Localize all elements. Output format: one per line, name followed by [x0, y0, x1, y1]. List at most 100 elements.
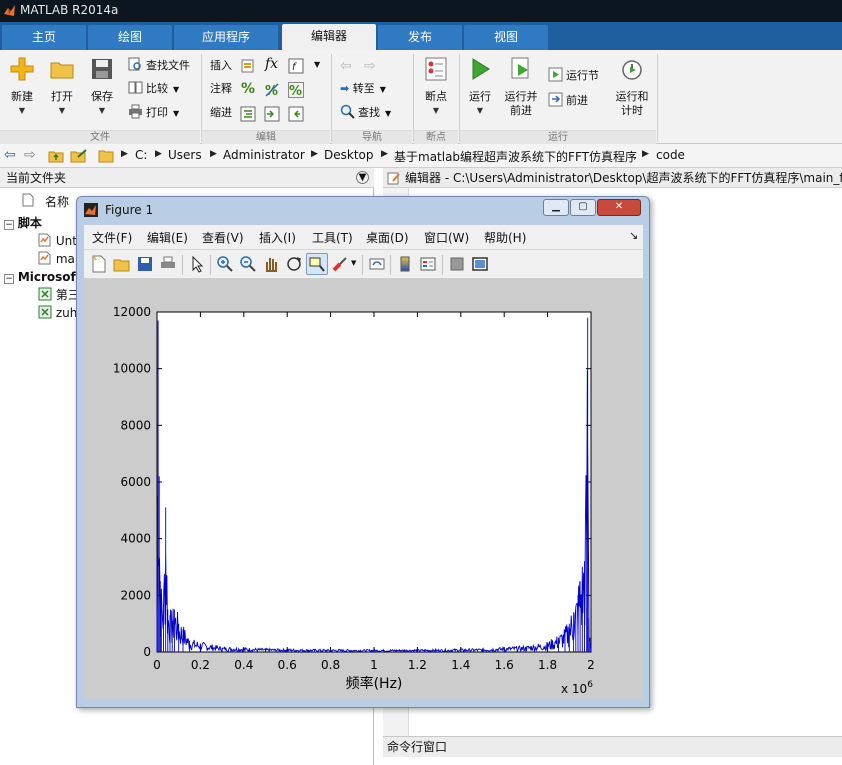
breadcrumb-item[interactable]: C:: [135, 148, 147, 162]
menu-edit[interactable]: 编辑(E): [147, 229, 188, 246]
menu-view[interactable]: 查看(V): [202, 229, 244, 246]
toolbar-separator: [390, 255, 391, 275]
run-button[interactable]: 运行 ▼: [458, 54, 502, 118]
tree-group-scripts[interactable]: − 脚本: [4, 214, 42, 232]
back-arrow-icon[interactable]: ⇦: [4, 147, 16, 163]
command-window[interactable]: 命令行窗口: [383, 736, 842, 765]
minimize-button[interactable]: ▁: [543, 199, 569, 216]
insert-section-icon[interactable]: [240, 58, 256, 74]
run-section-button[interactable]: 运行节: [548, 66, 599, 86]
find-file-icon: [128, 57, 141, 71]
collapse-icon[interactable]: −: [4, 274, 14, 284]
figure-title-bar[interactable]: Figure 1 ▁ ▢ ✕: [77, 197, 649, 223]
y-tick-label: 12000: [113, 305, 151, 319]
advance-button[interactable]: 前进: [548, 91, 588, 111]
browse-folder-icon[interactable]: [70, 148, 88, 164]
maximize-button[interactable]: ▢: [570, 199, 596, 216]
go-back-arrow-icon[interactable]: ⇦: [340, 58, 352, 74]
menu-insert[interactable]: 插入(I): [259, 229, 296, 246]
zoom-out-icon[interactable]: [239, 255, 257, 273]
find-file-button[interactable]: 查找文件: [128, 56, 190, 76]
breadcrumb-item[interactable]: 基于matlab编程超声波系统下的FFT仿真程序: [394, 148, 637, 165]
data-cursor-icon[interactable]: [308, 255, 326, 273]
fft-spectrum-plot[interactable]: 0 0.2 0.4 0.6 0.8 1 1.2 1.4 1.6 1.8 2 0 2000 4000 600…: [84, 279, 643, 699]
increase-indent-icon[interactable]: [264, 106, 280, 122]
save-figure-icon[interactable]: [136, 255, 154, 273]
tree-group-label: 脚本: [17, 216, 42, 230]
open-label: 打开: [51, 90, 73, 103]
menu-file[interactable]: 文件(F): [92, 229, 132, 246]
close-button[interactable]: ✕: [597, 199, 641, 216]
tree-group-microsoft[interactable]: − Microsoft: [4, 268, 82, 286]
list-item[interactable]: Unt: [38, 232, 77, 250]
edit-plot-arrow-icon[interactable]: [188, 255, 206, 273]
rotate-3d-icon[interactable]: [285, 255, 303, 273]
print-figure-icon[interactable]: [159, 255, 177, 273]
open-button[interactable]: 打开 ▼: [40, 54, 84, 118]
insert-function-button[interactable]: fx: [265, 56, 278, 72]
printer-icon: [129, 104, 142, 119]
goto-button[interactable]: ➡ 转至 ▼: [340, 79, 386, 99]
list-item[interactable]: 第三: [38, 286, 80, 304]
new-figure-icon[interactable]: [90, 255, 108, 273]
new-button[interactable]: 新建 ▼: [0, 54, 44, 118]
go-forward-arrow-icon[interactable]: ⇨: [364, 58, 376, 74]
breadcrumb-item[interactable]: code: [656, 148, 685, 162]
zoom-in-icon[interactable]: [216, 255, 234, 273]
tab-view[interactable]: 视图: [464, 25, 548, 50]
menu-window[interactable]: 窗口(W): [424, 229, 469, 246]
open-file-icon[interactable]: [113, 255, 131, 273]
comment-percent-icon[interactable]: %: [241, 81, 255, 97]
breadcrumb-arrow: ▶: [155, 149, 162, 159]
tab-apps[interactable]: 应用程序: [174, 25, 278, 50]
breadcrumb-item[interactable]: Administrator: [223, 148, 305, 162]
brush-icon[interactable]: [331, 255, 349, 273]
save-button[interactable]: 保存 ▼: [80, 54, 124, 118]
breadcrumb-item[interactable]: Desktop: [324, 148, 374, 162]
link-plot-icon[interactable]: [368, 255, 386, 273]
function-browser-icon[interactable]: f: [288, 58, 304, 74]
indent-button[interactable]: 缩进: [210, 103, 232, 123]
figure-toolbar: ▼: [84, 249, 643, 279]
run-and-advance-button[interactable]: 运行并 前进: [498, 54, 544, 118]
show-plot-tools-icon[interactable]: [471, 255, 489, 273]
folder-icon: [50, 62, 74, 79]
tab-editor[interactable]: 编辑器: [282, 24, 376, 50]
tab-publish[interactable]: 发布: [378, 25, 462, 50]
menu-help[interactable]: 帮助(H): [484, 229, 526, 246]
uncomment-icon[interactable]: %: [264, 82, 280, 98]
file-name: Unt: [55, 234, 77, 248]
panel-actions-icon[interactable]: ▼: [356, 171, 369, 184]
legend-icon[interactable]: [419, 255, 437, 273]
list-item[interactable]: ma: [38, 250, 75, 268]
up-folder-icon[interactable]: [48, 148, 64, 164]
print-button[interactable]: 打印 ▼: [128, 103, 179, 123]
insert-dropdown-arrow[interactable]: ▼: [314, 60, 320, 69]
wrap-comments-icon[interactable]: %: [288, 82, 304, 98]
menu-desktop[interactable]: 桌面(D): [366, 229, 409, 246]
compare-button[interactable]: 比较 ▼: [128, 79, 179, 99]
menu-tools[interactable]: 工具(T): [312, 229, 353, 246]
breadcrumb-item[interactable]: Users: [168, 148, 202, 162]
dock-arrow-icon[interactable]: ↘: [629, 229, 638, 242]
colorbar-icon[interactable]: [396, 255, 414, 273]
run-and-time-button[interactable]: 运行和 计时: [610, 54, 654, 118]
y-tick-label: 2000: [120, 588, 151, 602]
edit-group-label: 编辑: [202, 130, 330, 144]
decrease-indent-icon[interactable]: [288, 106, 304, 122]
tab-plots[interactable]: 绘图: [88, 25, 172, 50]
smart-indent-icon[interactable]: [240, 106, 256, 122]
column-header-name[interactable]: 名称: [45, 193, 69, 210]
brush-dropdown-arrow[interactable]: ▼: [351, 259, 356, 267]
hide-plot-tools-icon[interactable]: [448, 255, 466, 273]
forward-arrow-icon[interactable]: ⇨: [24, 147, 36, 163]
tab-home[interactable]: 主页: [2, 25, 86, 50]
insert-button[interactable]: 插入: [210, 56, 232, 76]
y-tick-label: 10000: [113, 362, 151, 376]
comment-button[interactable]: 注释: [210, 79, 232, 99]
collapse-icon[interactable]: −: [4, 220, 14, 230]
find-button[interactable]: 查找 ▼: [340, 103, 391, 123]
breakpoints-button[interactable]: 断点 ▼: [414, 54, 458, 118]
list-item[interactable]: zuh: [38, 304, 77, 322]
pan-hand-icon[interactable]: [262, 255, 280, 273]
